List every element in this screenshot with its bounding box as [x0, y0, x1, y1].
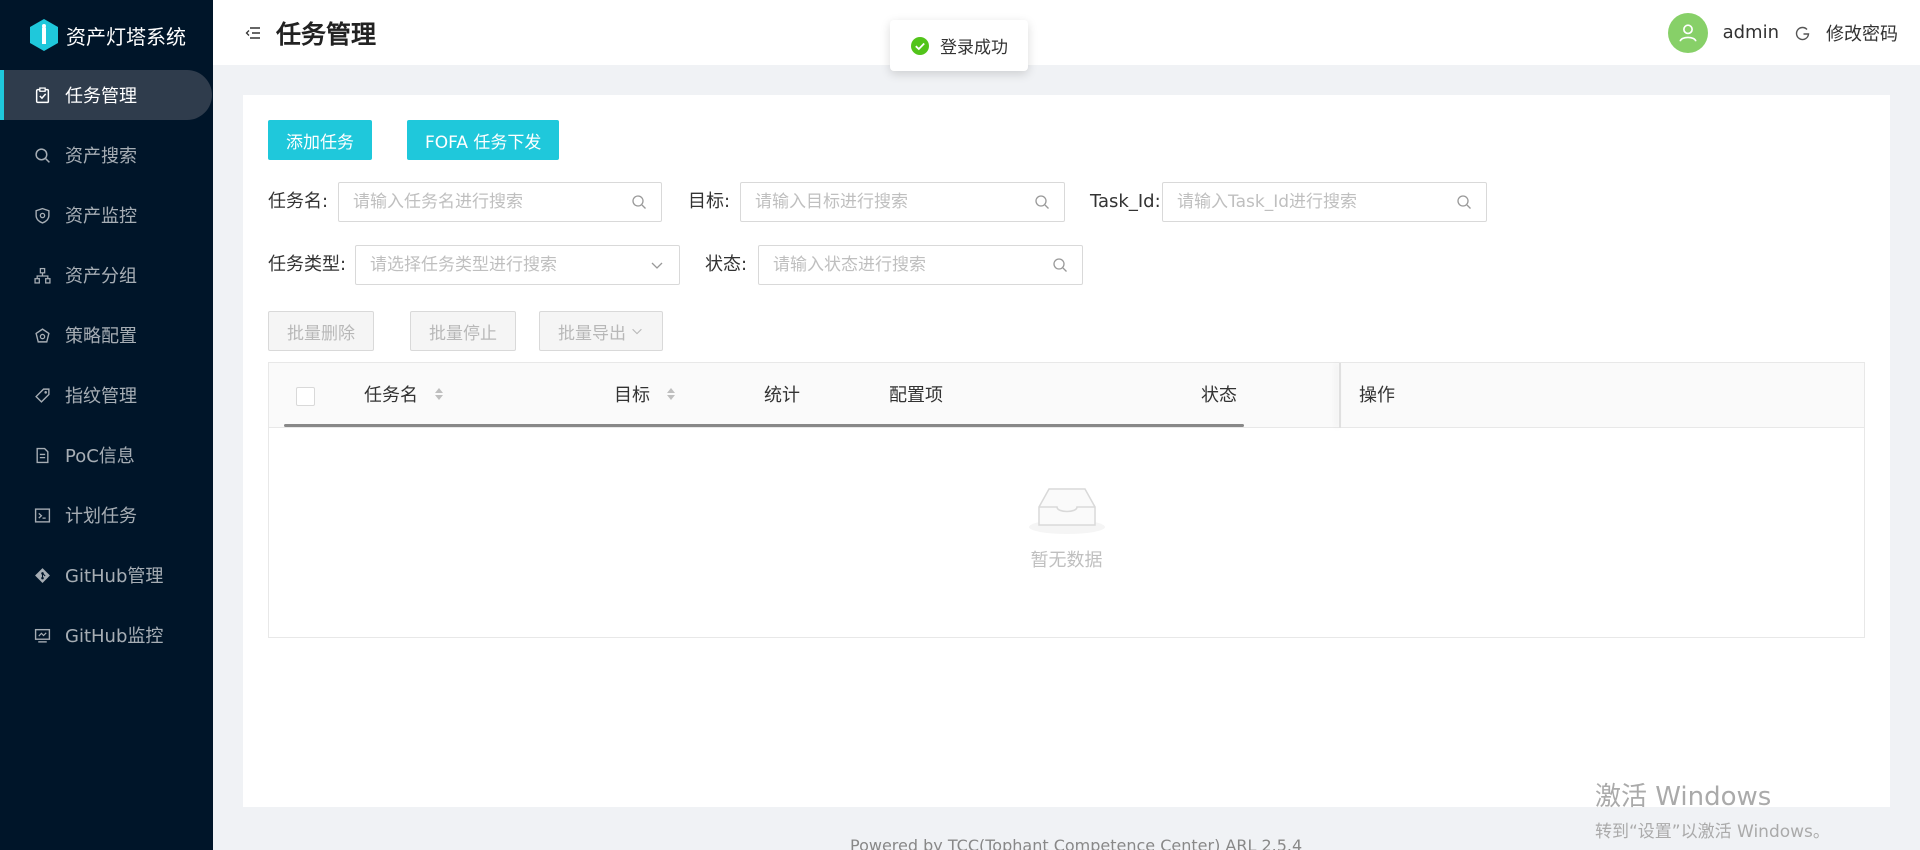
empty-text: 暂无数据: [1030, 550, 1103, 571]
fofa-task-button[interactable]: FOFA 任务下发: [407, 120, 560, 160]
menu-fold-icon[interactable]: [244, 24, 262, 42]
file-icon: [34, 447, 51, 464]
github-icon: [34, 567, 51, 584]
column-header-config: 配置项: [889, 385, 943, 406]
sidebar-item-scheduled-task[interactable]: 计划任务: [0, 490, 213, 540]
task-id-label: Task_Id:: [1090, 191, 1161, 212]
app-title: 资产灯塔系统: [66, 24, 186, 49]
chevron-down-icon: [632, 328, 642, 335]
task-type-select[interactable]: [355, 245, 680, 285]
app-logo[interactable]: 资产灯塔系统: [0, 0, 213, 70]
chevron-down-icon: [649, 257, 665, 273]
top-header: 任务管理 admin 修改密码: [213, 0, 1920, 65]
select-all-checkbox[interactable]: [296, 387, 315, 406]
add-task-button[interactable]: 添加任务: [268, 120, 372, 160]
task-type-label: 任务类型:: [268, 254, 347, 275]
sidebar-item-policy-config[interactable]: 策略配置: [0, 310, 213, 360]
terminal-icon: [34, 507, 51, 524]
task-id-field[interactable]: [1162, 182, 1487, 222]
sidebar-item-label: 计划任务: [65, 506, 137, 527]
shield-icon: [34, 207, 51, 224]
sidebar-item-label: 任务管理: [65, 86, 137, 107]
column-header-task-name[interactable]: 任务名: [364, 363, 444, 428]
column-label: 目标: [614, 385, 650, 406]
cluster-icon: [34, 267, 51, 284]
watermark-title: 激活 Windows: [1595, 782, 1772, 812]
task-id-input[interactable]: [1177, 192, 1456, 212]
monitor-icon: [34, 627, 51, 644]
task-type-input[interactable]: [370, 255, 649, 275]
fixed-column-divider: [1339, 363, 1341, 428]
status-input[interactable]: [773, 255, 1052, 275]
sidebar-item-label: 指纹管理: [65, 386, 137, 407]
user-icon: [1678, 23, 1697, 42]
sort-icon[interactable]: [666, 386, 676, 402]
sort-icon[interactable]: [434, 386, 444, 402]
sidebar: 资产灯塔系统 任务管理 资产搜索 资产监控 资产分组 策略配置 指纹管理 PoC…: [0, 0, 213, 850]
column-header-stats: 统计: [764, 385, 800, 406]
sidebar-item-label: PoC信息: [65, 446, 135, 467]
target-input[interactable]: [755, 192, 1034, 212]
column-label: 任务名: [364, 385, 418, 406]
sidebar-item-github-management[interactable]: GitHub管理: [0, 550, 213, 600]
empty-inbox-icon: [1028, 488, 1105, 534]
sidebar-item-poc-info[interactable]: PoC信息: [0, 430, 213, 480]
windows-activation-watermark: 激活 Windows 转到“设置”以激活 Windows。: [1595, 776, 1830, 842]
sidebar-item-label: 资产分组: [65, 266, 137, 287]
logout-icon[interactable]: [1795, 25, 1811, 41]
sidebar-item-label: 策略配置: [65, 326, 137, 347]
column-header-status: 状态: [1201, 385, 1237, 406]
avatar[interactable]: [1667, 12, 1708, 53]
task-icon: [34, 86, 51, 104]
status-label: 状态:: [705, 254, 748, 275]
username: admin: [1722, 22, 1779, 43]
user-area: admin 修改密码: [1667, 0, 1898, 65]
table-header: 任务名 目标 统计 配置项 状态 操作: [269, 363, 1864, 428]
sidebar-item-asset-search[interactable]: 资产搜索: [0, 130, 213, 180]
sidebar-item-fingerprint[interactable]: 指纹管理: [0, 370, 213, 420]
change-password-link[interactable]: 修改密码: [1826, 20, 1898, 46]
success-toast: 登录成功: [890, 20, 1028, 71]
sidebar-item-label: 资产搜索: [65, 146, 137, 167]
sidebar-item-asset-monitor[interactable]: 资产监控: [0, 190, 213, 240]
search-icon[interactable]: [1456, 194, 1472, 210]
search-icon[interactable]: [1034, 194, 1050, 210]
search-icon: [34, 147, 51, 164]
task-name-label: 任务名:: [268, 191, 329, 212]
watermark-subtitle: 转到“设置”以激活 Windows。: [1595, 822, 1830, 842]
sidebar-item-asset-group[interactable]: 资产分组: [0, 250, 213, 300]
toast-message: 登录成功: [940, 38, 1008, 58]
sidebar-item-task-management[interactable]: 任务管理: [0, 70, 212, 120]
column-header-target[interactable]: 目标: [614, 363, 676, 428]
check-circle-icon: [910, 36, 930, 56]
target-label: 目标:: [688, 191, 731, 212]
footer-text: Powered by TCC(Tophant Competence Center…: [850, 836, 1303, 850]
sidebar-item-github-monitor[interactable]: GitHub监控: [0, 610, 213, 660]
main-content: 添加任务 FOFA 任务下发 任务名: 目标: Task_Id: 任务类型: 状…: [243, 95, 1890, 807]
target-field[interactable]: [740, 182, 1065, 222]
sidebar-nav: 任务管理 资产搜索 资产监控 资产分组 策略配置 指纹管理 PoC信息 计划任务…: [0, 70, 213, 660]
task-name-field[interactable]: [338, 182, 662, 222]
sidebar-item-label: GitHub监控: [65, 626, 164, 647]
gold-icon: [34, 327, 51, 344]
status-field[interactable]: [758, 245, 1083, 285]
page-title: 任务管理: [276, 19, 377, 49]
task-table: 任务名 目标 统计 配置项 状态 操作 暂无数据: [268, 362, 1865, 638]
sidebar-item-label: 资产监控: [65, 206, 137, 227]
empty-state: 暂无数据: [269, 483, 1864, 572]
search-icon[interactable]: [631, 194, 647, 210]
batch-delete-button[interactable]: 批量删除: [268, 311, 374, 351]
lighthouse-logo-icon: [28, 18, 60, 52]
sidebar-item-label: GitHub管理: [65, 566, 164, 587]
batch-export-button[interactable]: 批量导出: [539, 311, 663, 351]
batch-stop-button[interactable]: 批量停止: [410, 311, 516, 351]
horizontal-scrollbar[interactable]: [284, 424, 1244, 427]
search-icon[interactable]: [1052, 257, 1068, 273]
column-header-actions: 操作: [1359, 385, 1395, 406]
batch-export-label: 批量导出: [558, 323, 626, 344]
task-name-input[interactable]: [353, 192, 631, 212]
tag-icon: [34, 387, 51, 404]
